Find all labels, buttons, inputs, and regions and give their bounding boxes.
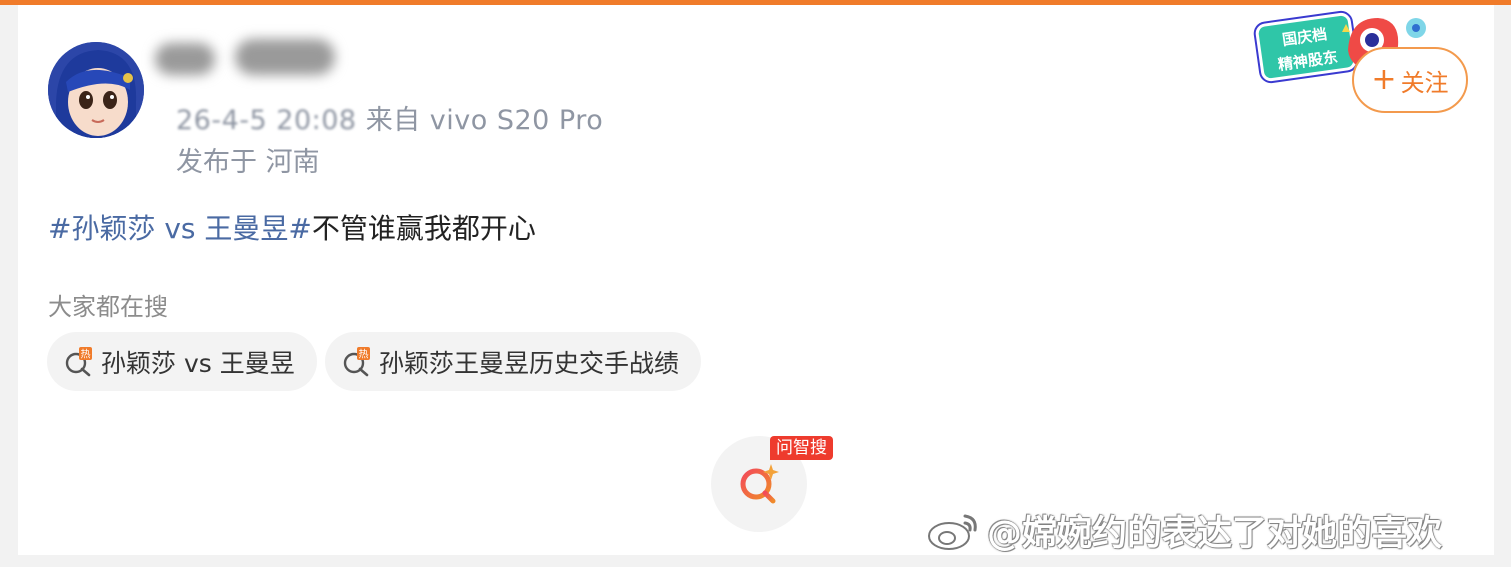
search-chip[interactable]: 热 孙颖莎 vs 王曼昱 xyxy=(47,332,317,391)
search-chip[interactable]: 热 孙颖莎王曼昱历史交手战绩 xyxy=(325,332,702,391)
watermark-text: @嫦婉约的表达了对她的喜欢 xyxy=(987,513,1443,554)
avatar[interactable] xyxy=(48,42,144,138)
weibo-logo-icon xyxy=(928,514,977,550)
topic-link[interactable]: #孙颖莎 vs 王曼昱# xyxy=(48,212,312,245)
post-source: 来自 vivo S20 Pro xyxy=(365,105,604,136)
follow-label: 关注 xyxy=(1400,68,1449,97)
watermark: @嫦婉约的表达了对她的喜欢 xyxy=(925,508,1442,554)
hot-search-icon: 热 xyxy=(343,346,370,376)
svg-text:热: 热 xyxy=(81,347,91,360)
post-timestamp: 26-4-5 20:08 xyxy=(176,105,357,136)
username-redacted xyxy=(155,35,345,85)
plus-icon: + xyxy=(1371,62,1397,97)
hot-search-icon: 热 xyxy=(65,346,92,376)
post-meta: 26-4-5 20:08 来自 vivo S20 Pro xyxy=(176,98,603,137)
post-body-text: 不管谁赢我都开心 xyxy=(311,212,536,245)
post-location: 发布于 河南 xyxy=(176,147,320,178)
ai-search-icon xyxy=(740,464,779,504)
ai-search-label: 问智搜 xyxy=(770,436,833,460)
search-chip-label: 孙颖莎 vs 王曼昱 xyxy=(101,348,295,378)
follow-button[interactable]: + 关注 xyxy=(1352,47,1468,113)
search-chip-label: 孙颖莎王曼昱历史交手战绩 xyxy=(379,348,680,378)
svg-text:热: 热 xyxy=(359,347,369,360)
trending-search-heading: 大家都在搜 xyxy=(48,293,168,321)
post-body: #孙颖莎 vs 王曼昱#不管谁赢我都开心 xyxy=(48,207,536,247)
